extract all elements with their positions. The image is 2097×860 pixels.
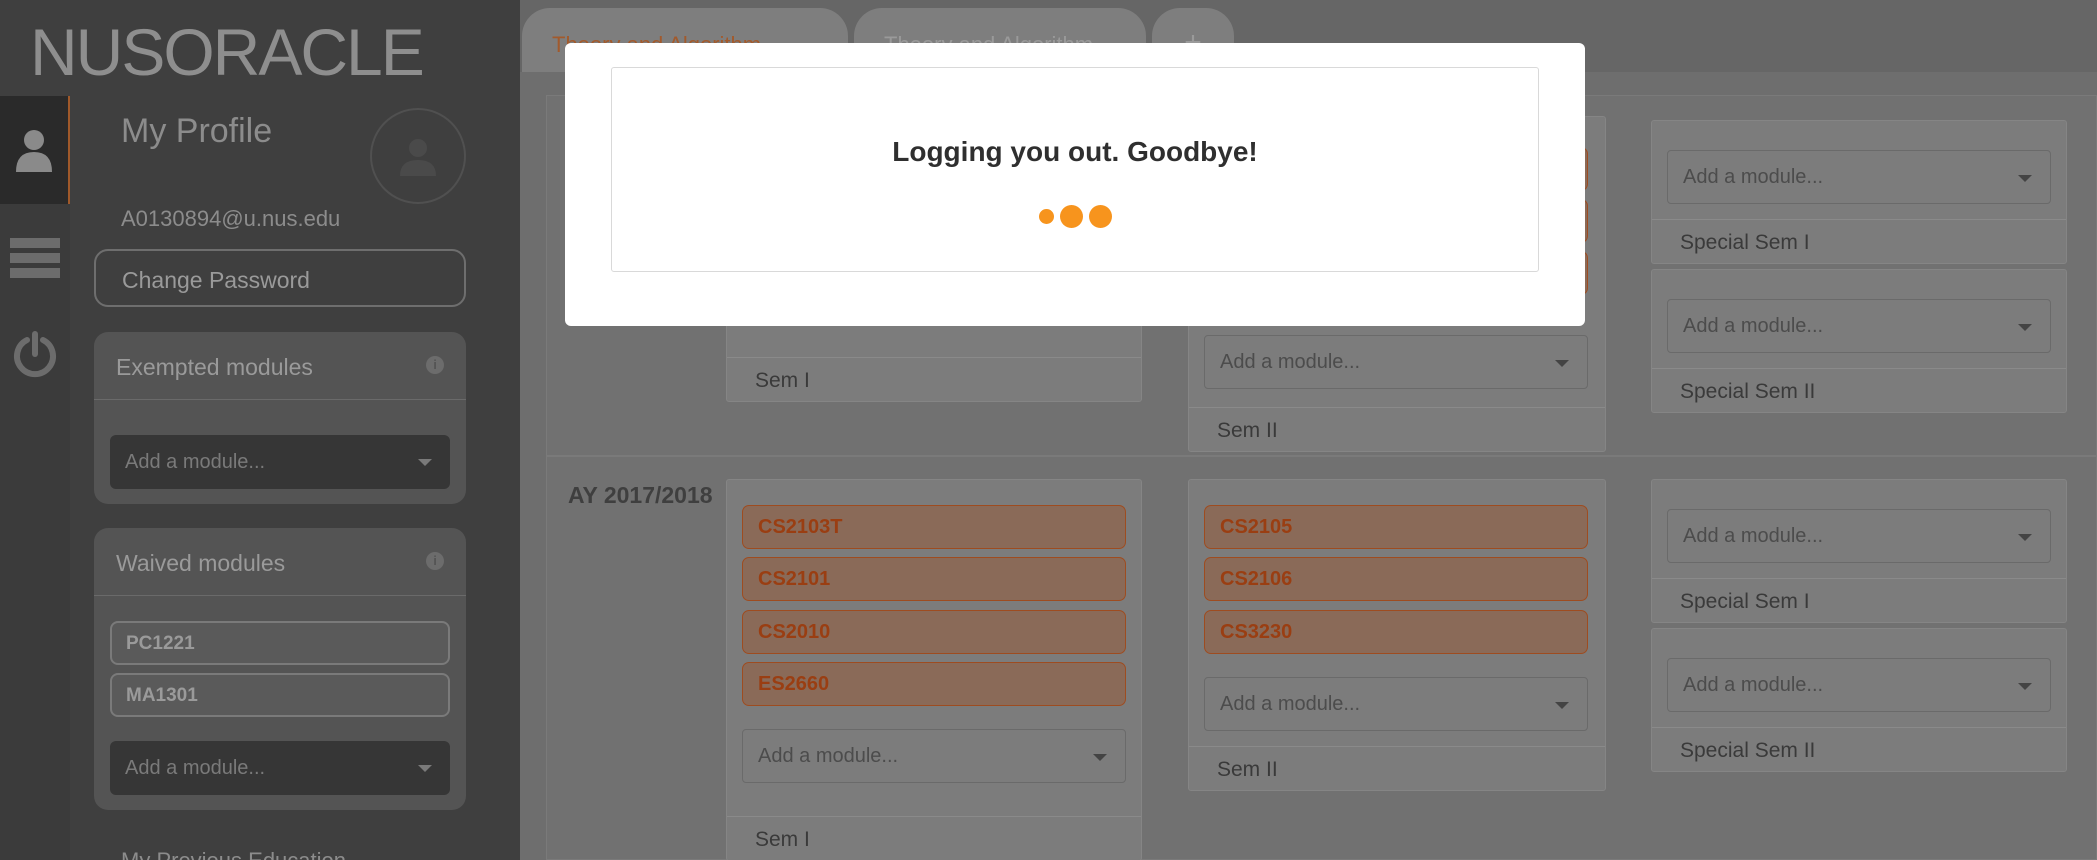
exempted-modules-title: Exempted modules [116,354,313,380]
waived-module-chip[interactable]: MA1301 [110,673,450,717]
loading-dot [1038,209,1054,224]
semester-label: Special Sem II [1652,368,2066,412]
semester-label: Special Sem I [1652,578,2066,622]
add-module-select[interactable]: Add a module... [1204,677,1588,731]
select-placeholder: Add a module... [1683,674,1824,696]
nav-profile[interactable] [0,96,70,204]
special-semester-card: Add a module... Special Sem II [1651,269,2067,413]
special-semester-card: Add a module... Special Sem II [1651,628,2067,772]
semester-label: Sem II [1189,407,1605,451]
chevron-down-icon [2018,683,2032,690]
previous-education-heading: My Previous Education [121,848,346,860]
loading-dot [1088,205,1112,228]
chevron-down-icon [1093,754,1107,761]
exempted-module-select[interactable]: Add a module... [110,435,450,489]
semester-label: Sem I [727,357,1141,401]
add-module-select[interactable]: Add a module... [1667,150,2051,204]
select-placeholder: Add a module... [1683,315,1824,337]
exempted-modules-header: Exempted modules i [94,332,466,400]
sidebar: NUSORACLE My Profile A0130894@u.nus.edu … [0,0,520,860]
semester-card: CS2103T CS2101 CS2010 ES2660 Add a modul… [726,479,1142,860]
waived-modules-title: Waived modules [116,550,286,576]
info-icon[interactable]: i [426,552,444,570]
nav-planner[interactable] [0,204,70,312]
semester-label: Sem II [1189,746,1605,790]
year-row: AY 2017/2018 CS2103T CS2101 CS2010 ES266… [546,456,2097,860]
semester-label: Special Sem II [1652,727,2066,771]
module-chip[interactable]: CS2106 [1204,557,1588,601]
waived-module-chip[interactable]: PC1221 [110,621,450,665]
exempted-modules-panel: Exempted modules i Add a module... [94,332,466,504]
module-chip[interactable]: ES2660 [742,662,1126,706]
semester-label: Special Sem I [1652,219,2066,263]
add-module-select[interactable]: Add a module... [1667,658,2051,712]
semester-card: CS2105 CS2106 CS3230 Add a module... Sem… [1188,479,1606,791]
waived-modules-panel: Waived modules i PC1221 MA1301 Add a mod… [94,528,466,810]
module-chip[interactable]: CS2010 [742,610,1126,654]
select-placeholder: Add a module... [1683,166,1824,188]
module-chip[interactable]: CS2103T [742,505,1126,549]
add-module-select[interactable]: Add a module... [742,729,1126,783]
chevron-down-icon [1555,702,1569,709]
chevron-down-icon [418,765,432,772]
user-icon [16,130,52,172]
add-module-select[interactable]: Add a module... [1667,299,2051,353]
select-placeholder: Add a module... [1220,351,1361,373]
waived-modules-header: Waived modules i [94,528,466,596]
academic-year-label: AY 2017/2018 [568,482,713,508]
logout-message: Logging you out. Goodbye! [892,136,1258,167]
special-semester-card: Add a module... Special Sem I [1651,120,2067,264]
module-chip[interactable]: CS2101 [742,557,1126,601]
avatar[interactable] [370,108,466,204]
profile-title: My Profile [121,112,273,150]
semester-label: Sem I [727,816,1141,860]
modal-content: Logging you out. Goodbye! [611,67,1539,272]
select-placeholder: Add a module... [1683,525,1824,547]
nav-rail [0,96,70,860]
special-semester-card: Add a module... Special Sem I [1651,479,2067,623]
info-icon[interactable]: i [426,356,444,374]
waived-select-placeholder: Add a module... [125,757,266,779]
power-icon [14,331,56,378]
add-module-select[interactable]: Add a module... [1667,509,2051,563]
server-list-icon [10,238,60,278]
user-avatar-icon [400,139,436,176]
add-module-select[interactable]: Add a module... [1204,335,1588,389]
chevron-down-icon [2018,175,2032,182]
chevron-down-icon [1555,360,1569,367]
chevron-down-icon [418,459,432,466]
waived-module-select[interactable]: Add a module... [110,741,450,795]
chevron-down-icon [2018,534,2032,541]
select-placeholder: Add a module... [758,745,899,767]
change-password-button[interactable]: Change Password [94,249,466,307]
select-placeholder: Add a module... [1220,693,1361,715]
loading-indicator [612,205,1538,228]
module-chip[interactable]: CS3230 [1204,610,1588,654]
module-chip[interactable]: CS2105 [1204,505,1588,549]
app-logo[interactable]: NUSORACLE [30,14,425,90]
user-email: A0130894@u.nus.edu [121,206,341,231]
loading-dot [1059,205,1083,228]
nav-logout[interactable] [0,298,70,410]
logout-modal: Logging you out. Goodbye! [565,43,1585,326]
exempted-select-placeholder: Add a module... [125,451,266,473]
chevron-down-icon [2018,324,2032,331]
